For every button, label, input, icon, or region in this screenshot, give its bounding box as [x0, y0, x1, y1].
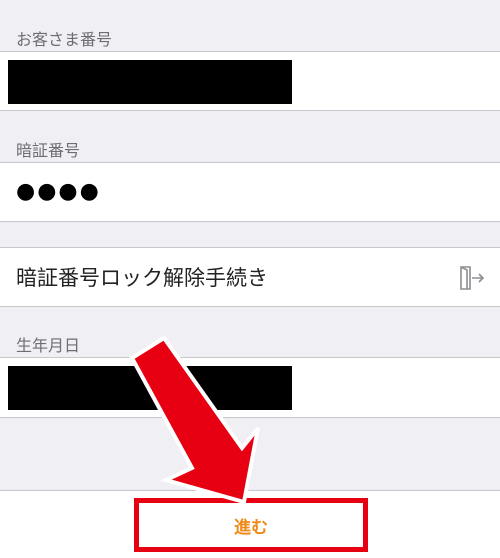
pin-lock-release-label: 暗証番号ロック解除手続き [16, 266, 268, 290]
pin-label: 暗証番号 [16, 141, 81, 160]
birthdate-label: 生年月日 [16, 336, 81, 355]
customer-number-field[interactable] [0, 51, 500, 111]
pin-masked-value: ●●●● [16, 179, 101, 204]
pin-field[interactable]: ●●●● [0, 162, 500, 222]
exit-door-icon [458, 265, 486, 295]
customer-number-label: お客さま番号 [16, 30, 113, 49]
redacted-customer-number [8, 60, 292, 104]
pin-lock-release-row[interactable]: 暗証番号ロック解除手続き [0, 247, 500, 307]
red-arrow-annotation [129, 335, 260, 505]
